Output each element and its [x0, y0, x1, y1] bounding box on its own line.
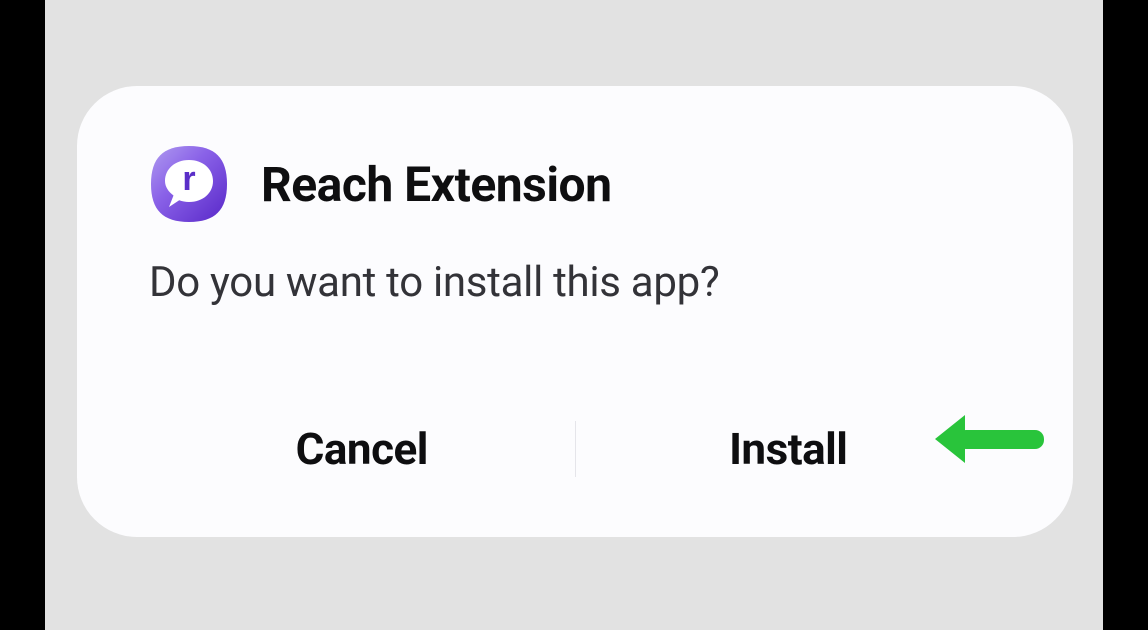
svg-text:r: r [182, 160, 195, 198]
install-button[interactable]: Install [576, 411, 1002, 487]
install-dialog: r Reach Extension Do you want to install… [77, 86, 1073, 537]
dialog-button-row: Cancel Install [149, 411, 1001, 487]
app-icon: r [149, 144, 229, 224]
cancel-button[interactable]: Cancel [149, 411, 575, 487]
install-prompt: Do you want to install this app? [149, 258, 1001, 307]
dialog-header: r Reach Extension [149, 144, 1001, 224]
app-title: Reach Extension [261, 156, 612, 213]
